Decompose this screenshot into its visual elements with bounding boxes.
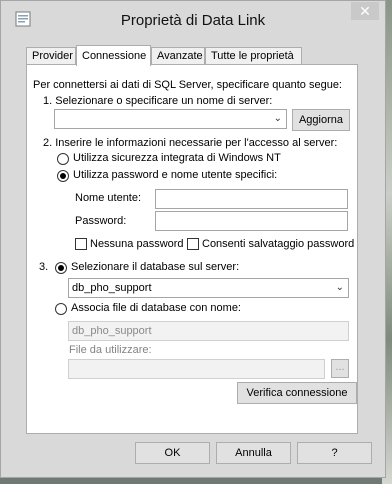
tab-connessione[interactable]: Connessione	[76, 45, 151, 66]
tab-tutte-le-proprieta[interactable]: Tutte le proprietà	[205, 47, 302, 64]
connessione-tab-page: Per connettersi ai dati di SQL Server, s…	[26, 64, 358, 434]
chevron-down-icon: ⌄	[273, 113, 282, 124]
file-to-use-input[interactable]	[68, 359, 325, 379]
username-input[interactable]	[155, 189, 348, 209]
radio-integrated-security[interactable]	[57, 153, 69, 165]
radio-select-database-label: Selezionare il database sul server:	[71, 261, 240, 273]
allow-save-password-checkbox[interactable]	[187, 238, 199, 250]
radio-specific-credentials-label: Utilizza password e nome utente specific…	[73, 169, 278, 181]
step3-number: 3.	[39, 261, 49, 273]
username-label: Nome utente:	[75, 192, 142, 204]
test-connection-button[interactable]: Verifica connessione	[237, 382, 357, 404]
radio-attach-database-label: Associa file di database con nome:	[71, 302, 241, 314]
password-input[interactable]	[155, 211, 348, 231]
step1-label: 1. Selezionare o specificare un nome di …	[43, 95, 273, 107]
ok-button[interactable]: OK	[135, 442, 210, 464]
radio-specific-credentials[interactable]	[57, 170, 69, 182]
close-icon: ✕	[359, 3, 371, 19]
refresh-button[interactable]: Aggiorna	[292, 109, 350, 131]
window-title: Proprietà di Data Link	[120, 12, 266, 29]
radio-select-database[interactable]	[55, 262, 67, 274]
database-select-value: db_pho_support	[72, 282, 152, 294]
step2-label: 2. Inserire le informazioni necessarie p…	[43, 137, 338, 149]
chevron-down-icon: ⌄	[335, 282, 344, 293]
radio-integrated-security-label: Utilizza sicurezza integrata di Windows …	[73, 152, 281, 164]
browse-file-button[interactable]: ...	[331, 359, 349, 378]
no-password-label: Nessuna password	[90, 238, 184, 250]
database-select[interactable]: db_pho_support ⌄	[68, 278, 349, 298]
help-button[interactable]: ?	[297, 442, 372, 464]
password-label: Password:	[75, 215, 127, 227]
intro-text: Per connettersi ai dati di SQL Server, s…	[33, 79, 342, 91]
title-bar[interactable]: Proprietà di Data Link ✕	[1, 1, 385, 39]
cancel-button[interactable]: Annulla	[216, 442, 291, 464]
server-name-combo[interactable]: ⌄	[54, 109, 287, 129]
no-password-checkbox[interactable]	[75, 238, 87, 250]
radio-attach-database[interactable]	[55, 303, 67, 315]
tab-provider[interactable]: Provider	[26, 47, 76, 64]
close-button[interactable]: ✕	[351, 2, 379, 20]
file-to-use-label: File da utilizzare:	[69, 344, 152, 356]
attach-database-name-input[interactable]: db_pho_support	[68, 321, 349, 341]
allow-save-password-label: Consenti salvataggio password	[202, 238, 355, 250]
tab-avanzate[interactable]: Avanzate	[151, 47, 205, 64]
